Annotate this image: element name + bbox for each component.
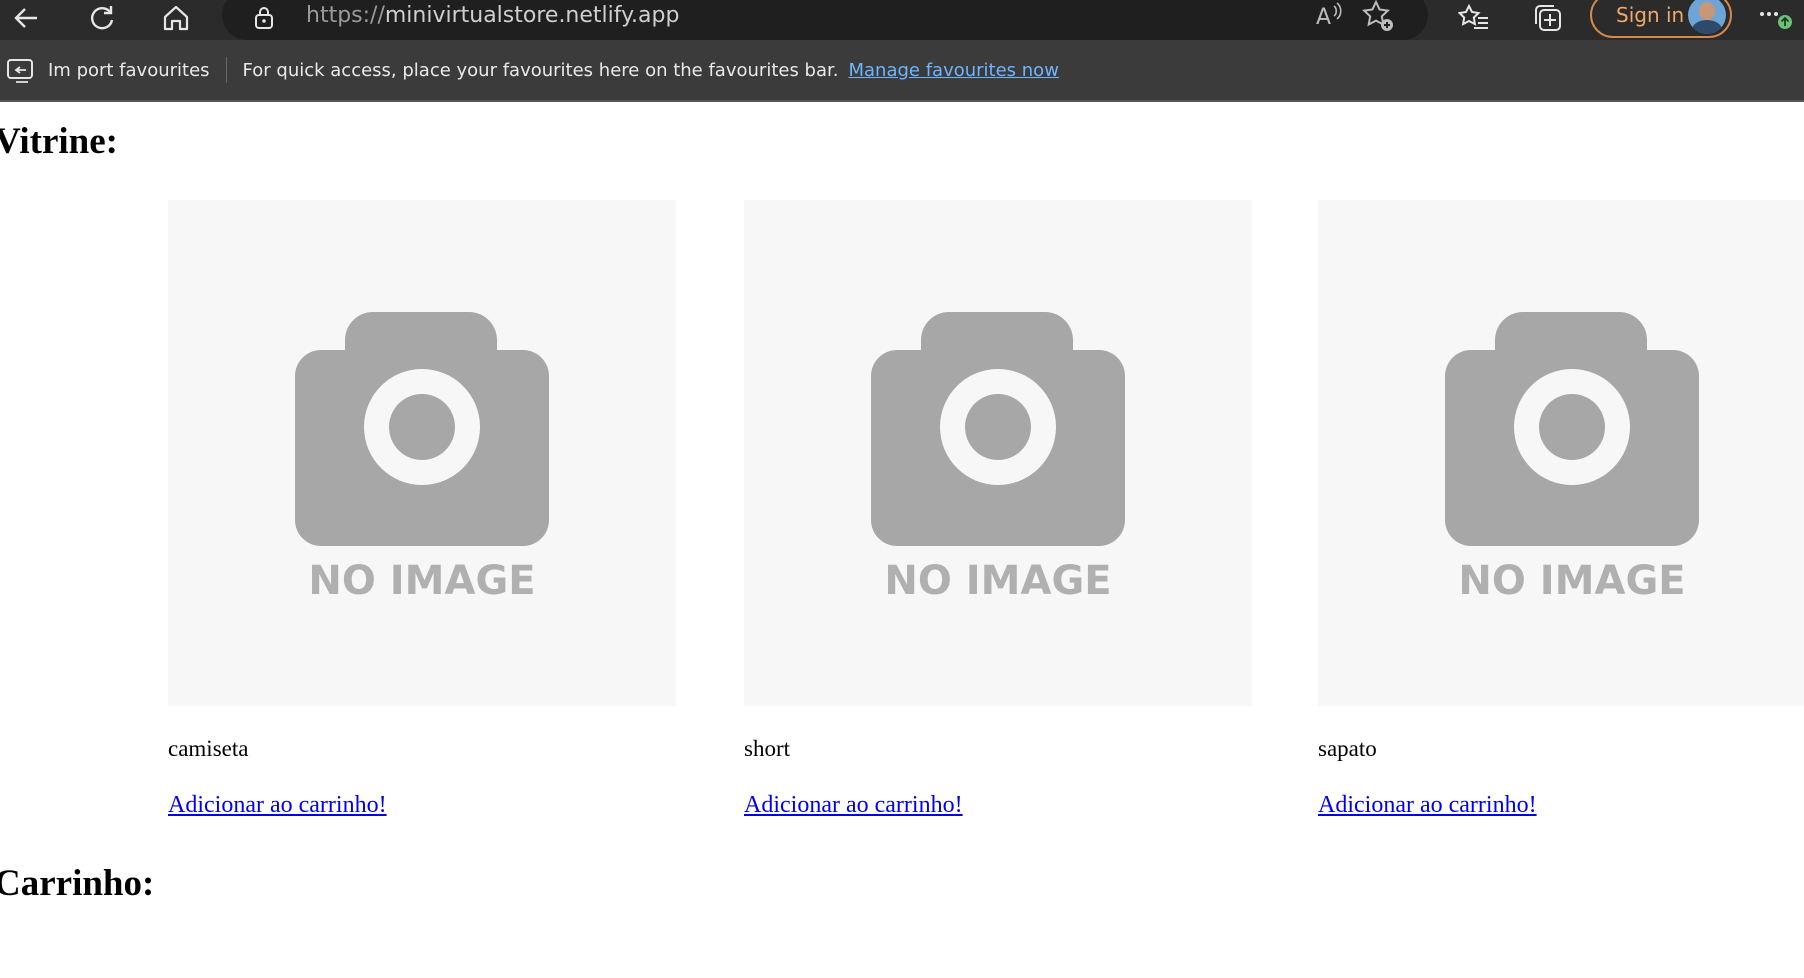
back-arrow-icon	[14, 8, 37, 28]
no-image-text: NO IMAGE	[1458, 558, 1686, 604]
product-name: camiseta	[168, 736, 249, 761]
add-to-cart-link[interactable]: Adicionar ao carrinho!	[1318, 792, 1537, 819]
favourites-bar-message: For quick access, place your favourites …	[242, 59, 839, 81]
product-image-placeholder: NO IMAGE	[1318, 200, 1804, 706]
product-card: NO IMAGE camiseta Adicionar ao carrinho!	[168, 200, 676, 819]
refresh-icon	[91, 6, 114, 30]
chrome-divider	[0, 100, 1804, 102]
sign-in-button[interactable]: Sign in	[1590, 0, 1732, 38]
more-options-button[interactable]	[1752, 0, 1796, 36]
product-image-placeholder: NO IMAGE	[744, 200, 1252, 706]
address-bar[interactable]: https://minivirtualstore.netlify.app A	[222, 0, 1428, 40]
manage-favourites-link[interactable]: Manage favourites now	[848, 60, 1058, 81]
no-image-text: NO IMAGE	[884, 558, 1112, 604]
add-to-cart-link[interactable]: Adicionar ao carrinho!	[744, 792, 963, 819]
refresh-button[interactable]	[80, 0, 124, 36]
more-icon	[1760, 12, 1792, 29]
camera-icon	[1445, 312, 1699, 546]
favbar-separator	[225, 57, 227, 83]
no-image-text: NO IMAGE	[308, 558, 536, 604]
url-text[interactable]: https://minivirtualstore.netlify.app	[306, 3, 679, 28]
browser-toolbar: https://minivirtualstore.netlify.app A S…	[0, 0, 1804, 40]
favourites-button[interactable]	[1452, 0, 1496, 36]
product-card: NO IMAGE sapato Adicionar ao carrinho!	[1318, 200, 1804, 819]
read-aloud-icon[interactable]: A	[1312, 0, 1346, 32]
sign-in-label: Sign in	[1616, 3, 1685, 27]
avatar	[1688, 0, 1726, 34]
home-icon	[163, 5, 189, 31]
import-favourites-icon[interactable]	[6, 56, 36, 84]
browser-chrome: https://minivirtualstore.netlify.app A S…	[0, 0, 1804, 102]
collections-icon	[1535, 5, 1561, 31]
home-button[interactable]	[154, 0, 198, 36]
svg-text:A: A	[1316, 5, 1331, 30]
add-favourite-icon[interactable]	[1360, 0, 1396, 34]
vitrine-heading: Vitrine:	[0, 121, 118, 162]
import-favourites-button[interactable]: Im port favourites	[48, 60, 210, 81]
url-host: minivirtualstore.netlify.app	[384, 3, 680, 28]
product-name: sapato	[1318, 736, 1377, 761]
lock-icon	[255, 7, 273, 29]
product-image-placeholder: NO IMAGE	[168, 200, 676, 706]
back-button[interactable]	[4, 0, 48, 36]
favourites-list-icon	[1458, 3, 1488, 29]
url-protocol: https://	[306, 3, 385, 28]
carrinho-heading: Carrinho:	[0, 863, 155, 904]
product-name: short	[744, 736, 790, 761]
favourites-bar: Im port favourites For quick access, pla…	[0, 48, 1804, 92]
add-to-cart-link[interactable]: Adicionar ao carrinho!	[168, 792, 387, 819]
camera-icon	[295, 312, 549, 546]
collections-button[interactable]	[1526, 0, 1570, 36]
camera-icon	[871, 312, 1125, 546]
product-card: NO IMAGE short Adicionar ao carrinho!	[744, 200, 1252, 819]
